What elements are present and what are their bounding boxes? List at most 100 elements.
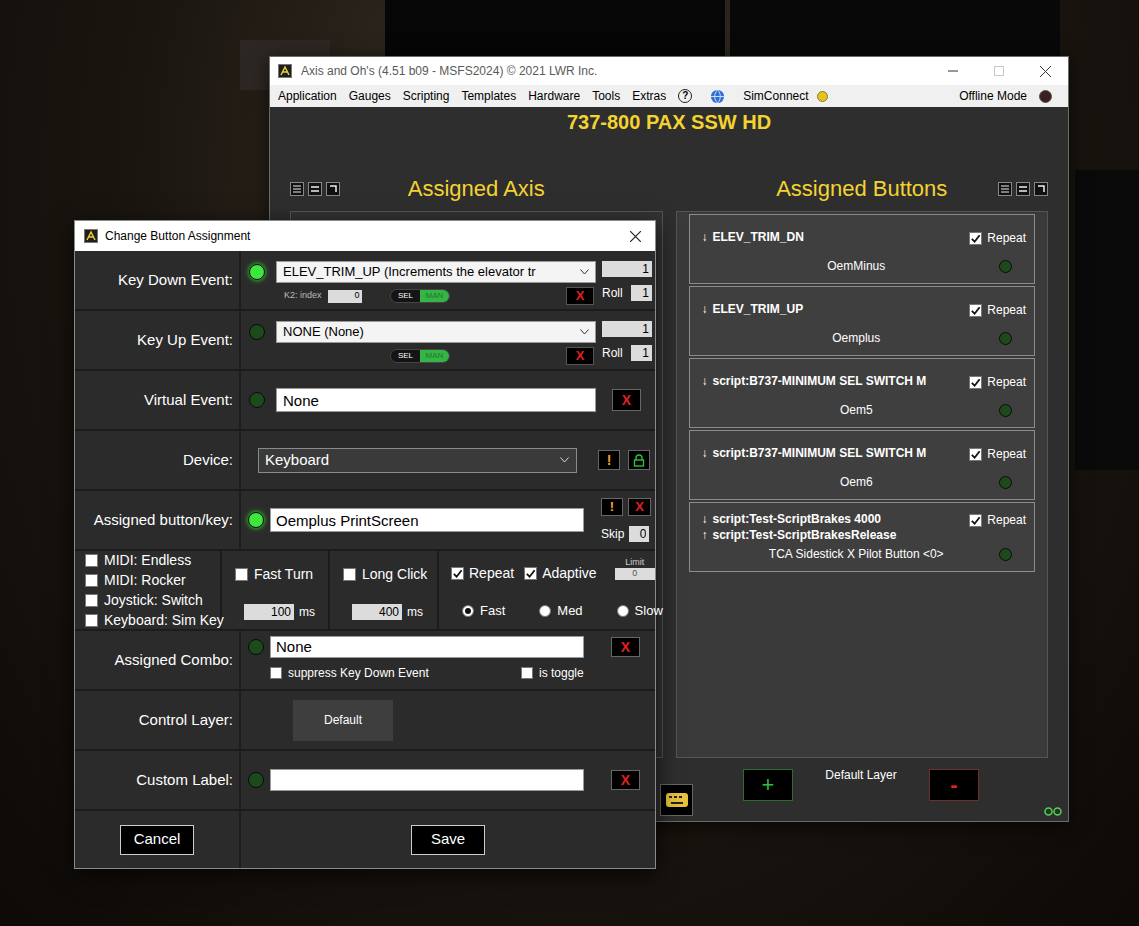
expand-list-icon[interactable] <box>290 182 304 196</box>
virtual-event-input[interactable] <box>276 388 596 412</box>
count-input[interactable] <box>602 321 652 337</box>
save-button[interactable]: Save <box>411 825 485 855</box>
maximize-button[interactable] <box>976 57 1022 85</box>
radio-button[interactable] <box>462 605 474 617</box>
radio-button[interactable] <box>617 605 629 617</box>
speed-option[interactable]: Slow <box>617 601 663 621</box>
repeat-option[interactable]: Repeat <box>969 295 1026 319</box>
checkbox[interactable] <box>969 376 982 389</box>
menu-item[interactable]: Hardware <box>528 87 580 105</box>
checkbox[interactable] <box>235 568 248 581</box>
repeat-option[interactable]: Repeat <box>969 367 1026 391</box>
long-click-option[interactable]: Long Click <box>343 564 437 585</box>
checkbox[interactable] <box>969 304 982 317</box>
menu-item[interactable]: Tools <box>592 87 620 105</box>
toggle-segment[interactable]: MAN <box>420 350 449 362</box>
checkbox[interactable] <box>524 567 537 580</box>
checkbox[interactable] <box>969 232 982 245</box>
device-warning-button[interactable]: ! <box>598 450 620 470</box>
checkbox[interactable] <box>343 568 356 581</box>
speed-option[interactable]: Med <box>539 601 582 621</box>
expand-list-icon[interactable] <box>998 182 1012 196</box>
radio-button[interactable] <box>539 605 551 617</box>
speed-option[interactable]: Fast <box>462 601 505 621</box>
key-down-select[interactable]: ELEV_TRIM_UP (Increments the elevator tr <box>276 261 596 283</box>
sel-man-toggle[interactable]: SELMAN <box>390 289 450 303</box>
checkbox[interactable] <box>521 667 533 679</box>
device-lock-button[interactable] <box>628 450 650 470</box>
sel-man-toggle[interactable]: SELMAN <box>390 349 450 363</box>
menu-item[interactable]: Application <box>278 87 337 105</box>
button-assignment[interactable]: ↓script:Test-ScriptBrakes 4000↑script:Te… <box>689 502 1036 572</box>
repeat-option[interactable]: Repeat <box>969 439 1026 463</box>
collapse-list-icon[interactable] <box>308 182 322 196</box>
checkbox[interactable] <box>85 594 98 607</box>
button-assignment[interactable]: ↓ELEV_TRIM_UPRepeatOemplus <box>689 286 1036 356</box>
adaptive-option[interactable]: Adaptive <box>524 563 596 584</box>
checkbox[interactable] <box>85 614 98 627</box>
key-up-select[interactable]: NONE (None) <box>276 321 596 343</box>
repeat-option[interactable]: Repeat <box>969 223 1026 247</box>
toggle-segment[interactable]: SEL <box>391 350 420 362</box>
clear-button[interactable]: X <box>611 637 640 657</box>
long-click-input[interactable] <box>352 604 402 620</box>
fast-turn-option[interactable]: Fast Turn <box>235 564 328 585</box>
clear-button[interactable]: X <box>566 347 594 365</box>
fast-turn-input[interactable] <box>244 604 294 620</box>
assigned-key-input[interactable] <box>270 508 584 532</box>
repeat-option[interactable]: Repeat <box>451 563 514 584</box>
clear-button[interactable]: X <box>612 389 641 411</box>
flag-option[interactable]: Keyboard: Sim Key <box>85 613 220 628</box>
close-button[interactable] <box>1022 57 1068 85</box>
custom-label-input[interactable] <box>270 769 584 791</box>
k2-input[interactable] <box>328 290 362 303</box>
menu-item[interactable]: Extras <box>632 87 666 105</box>
pop-out-icon[interactable] <box>1034 182 1048 196</box>
combo-input[interactable] <box>270 636 584 658</box>
toggle-segment[interactable]: MAN <box>420 290 449 302</box>
help-button[interactable]: ? <box>678 89 692 103</box>
clear-button[interactable]: X <box>628 498 651 516</box>
limit-input[interactable] <box>615 568 655 580</box>
menu-item[interactable]: Scripting <box>403 87 450 105</box>
offline-mode-label[interactable]: Offline Mode <box>959 87 1027 105</box>
clear-button[interactable]: X <box>611 770 640 790</box>
checkbox[interactable] <box>85 554 98 567</box>
checkbox[interactable] <box>270 667 282 679</box>
repeat-option[interactable]: Repeat <box>969 511 1026 529</box>
toggle-segment[interactable]: SEL <box>391 290 420 302</box>
cancel-button[interactable]: Cancel <box>120 825 194 855</box>
skip-input[interactable] <box>629 526 649 542</box>
clear-button[interactable]: X <box>566 287 594 305</box>
simconnect-menu[interactable]: SimConnect <box>743 87 808 105</box>
menu-item[interactable]: Gauges <box>349 87 391 105</box>
add-layer-button[interactable]: + <box>743 769 793 801</box>
checkbox[interactable] <box>451 567 464 580</box>
count-input[interactable] <box>602 261 652 277</box>
button-assignment[interactable]: ↓script:B737-MINIMUM SEL SWITCH MRepeatO… <box>689 358 1036 428</box>
pop-out-icon[interactable] <box>326 182 340 196</box>
globe-icon[interactable] <box>710 89 725 104</box>
menu-item[interactable]: Templates <box>461 87 516 105</box>
checkbox[interactable] <box>969 448 982 461</box>
key-warning-button[interactable]: ! <box>601 498 623 516</box>
remove-layer-button[interactable]: - <box>929 769 979 801</box>
minimize-button[interactable] <box>930 57 976 85</box>
combo-option[interactable]: suppress Key Down Event <box>270 664 521 682</box>
flag-option[interactable]: MIDI: Rocker <box>85 573 220 588</box>
device-select[interactable]: Keyboard <box>258 448 577 473</box>
keyboard-button[interactable] <box>660 784 693 816</box>
offline-mode-dot[interactable] <box>1039 90 1052 103</box>
dialog-close-button[interactable] <box>615 221 655 251</box>
checkbox[interactable] <box>85 574 98 587</box>
control-layer-button[interactable]: Default <box>293 700 393 741</box>
button-assignment[interactable]: ↓script:B737-MINIMUM SEL SWITCH MRepeatO… <box>689 430 1036 500</box>
checkbox[interactable] <box>969 514 982 527</box>
combo-option[interactable]: is toggle <box>521 664 584 682</box>
roll-input[interactable] <box>631 285 652 301</box>
collapse-list-icon[interactable] <box>1016 182 1030 196</box>
flag-option[interactable]: Joystick: Switch <box>85 593 220 608</box>
button-assignment[interactable]: ↓ELEV_TRIM_DNRepeatOemMinus <box>689 214 1036 284</box>
flag-option[interactable]: MIDI: Endless <box>85 553 220 568</box>
roll-input[interactable] <box>631 345 652 361</box>
